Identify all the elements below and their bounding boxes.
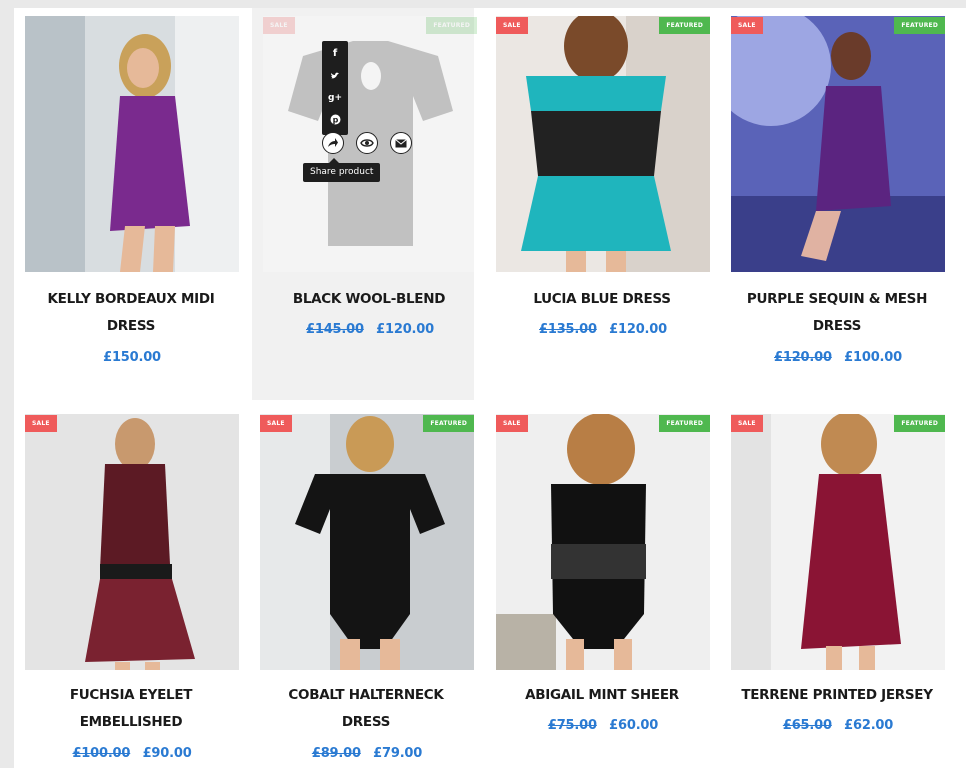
sale-badge: SALE [25, 415, 57, 432]
featured-badge: FEATURED [894, 415, 945, 432]
current-price: £60.00 [609, 718, 659, 733]
share-icon [328, 138, 338, 147]
product-price: £145.00 £120.00 [263, 322, 477, 337]
product-photo [731, 16, 945, 272]
old-price: £100.00 [72, 746, 131, 761]
facebook-icon[interactable]: f [322, 43, 348, 65]
featured-badge: FEATURED [659, 17, 710, 34]
product-photo [25, 16, 239, 272]
sale-badge: SALE [731, 17, 763, 34]
product-title[interactable]: Kelly Bordeaux Midi Dress [34, 286, 228, 340]
email-button[interactable] [390, 132, 412, 154]
old-price: £120.00 [774, 350, 832, 365]
product-image[interactable]: SALE [25, 414, 239, 670]
product-grid: Kelly Bordeaux Midi Dress £150.00 SALE F… [14, 8, 966, 768]
product-title[interactable]: Black Wool-Blend [272, 286, 466, 313]
product-title[interactable]: Lucia Blue Dress [505, 286, 699, 313]
quick-view-icon [360, 139, 374, 147]
product-image[interactable]: SALE FEATURED [731, 16, 945, 272]
featured-badge: FEATURED [426, 17, 477, 34]
product-title[interactable]: Purple Sequin & Mesh Dress [740, 286, 934, 340]
product-card[interactable]: Kelly Bordeaux Midi Dress £150.00 [14, 8, 239, 402]
twitter-icon[interactable] [322, 65, 348, 87]
share-tooltip: Share product [303, 158, 381, 182]
old-price: £65.00 [782, 718, 832, 733]
sale-badge: SALE [263, 17, 295, 34]
svg-text:p: p [332, 115, 338, 124]
product-photo [25, 414, 239, 670]
product-card[interactable]: SALE FEATURED Black Wool-Blend £145.00 £… [252, 8, 477, 400]
pinterest-icon[interactable]: p [322, 109, 348, 131]
old-price: £89.00 [311, 746, 361, 761]
product-photo [496, 414, 710, 670]
sale-badge: SALE [496, 17, 528, 34]
old-price: £75.00 [547, 718, 597, 733]
current-price: £79.00 [373, 746, 423, 761]
current-price: £90.00 [142, 746, 192, 761]
product-photo [731, 414, 945, 670]
product-title[interactable]: Abigail Mint Sheer [505, 682, 699, 709]
sale-badge: SALE [496, 415, 528, 432]
product-card[interactable]: SALE Fuchsia Eyelet Embellished £100.00 … [14, 406, 239, 768]
sale-badge: SALE [260, 415, 292, 432]
product-image[interactable]: SALE FEATURED [496, 16, 710, 272]
current-price: £120.00 [376, 322, 434, 337]
product-price: £75.00 £60.00 [496, 718, 710, 733]
sale-badge: SALE [731, 415, 763, 432]
current-price: £120.00 [609, 322, 667, 337]
current-price: £62.00 [844, 718, 894, 733]
product-photo [496, 16, 710, 272]
old-price: £135.00 [539, 322, 597, 337]
product-price: £65.00 £62.00 [731, 718, 945, 733]
product-photo [260, 414, 474, 670]
product-card[interactable]: SALE FEATURED Cobalt Halterneck Dress £8… [249, 406, 474, 768]
product-price: £135.00 £120.00 [496, 322, 710, 337]
product-card[interactable]: SALE FEATURED Purple Sequin & Mesh Dress… [720, 8, 945, 402]
product-title[interactable]: Fuchsia Eyelet Embellished [34, 682, 228, 736]
product-title[interactable]: Terrene Printed Jersey [740, 682, 934, 709]
product-price: £89.00 £79.00 [260, 746, 474, 761]
product-price: £100.00 £90.00 [25, 746, 239, 761]
share-button[interactable] [322, 132, 344, 154]
product-image[interactable] [25, 16, 239, 272]
product-price: £120.00 £100.00 [731, 350, 945, 365]
product-image[interactable]: SALE FEATURED [731, 414, 945, 670]
quick-view-button[interactable] [356, 132, 378, 154]
google-plus-icon[interactable]: g+ [322, 87, 348, 109]
product-image[interactable]: SALE FEATURED [496, 414, 710, 670]
product-price: £150.00 [25, 350, 239, 365]
product-card[interactable]: SALE FEATURED Terrene Printed Jersey £65… [720, 406, 945, 768]
product-title[interactable]: Cobalt Halterneck Dress [269, 682, 463, 736]
product-card[interactable]: SALE FEATURED Lucia Blue Dress £135.00 £… [485, 8, 710, 402]
old-price: £145.00 [306, 322, 364, 337]
featured-badge: FEATURED [423, 415, 474, 432]
product-card[interactable]: SALE FEATURED Abigail Mint Sheer £75.00 … [485, 406, 710, 768]
featured-badge: FEATURED [894, 17, 945, 34]
current-price: £150.00 [103, 350, 161, 365]
product-image[interactable]: SALE FEATURED [260, 414, 474, 670]
featured-badge: FEATURED [659, 415, 710, 432]
email-icon [395, 138, 407, 147]
current-price: £100.00 [844, 350, 902, 365]
share-networks: f g+ p [322, 41, 348, 135]
